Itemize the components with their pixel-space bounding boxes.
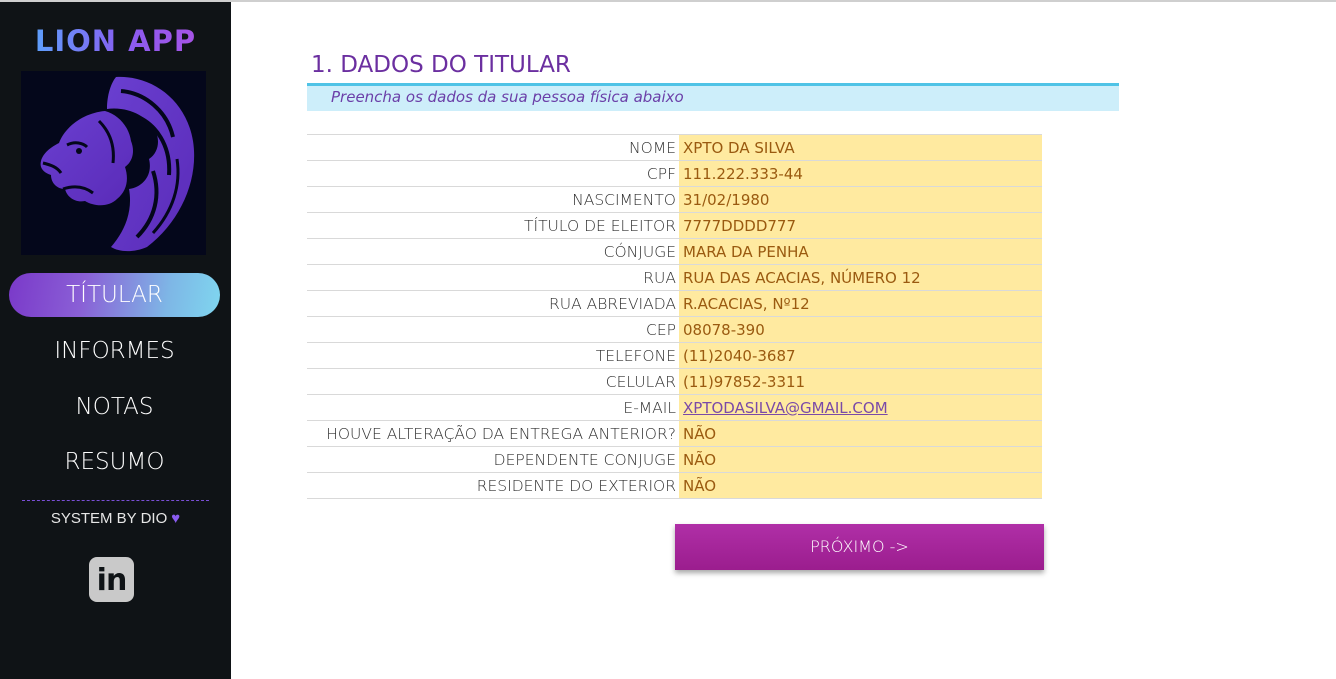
form-row-nome: NOME XPTO DA SILVA xyxy=(307,134,1042,160)
field-label: TELEFONE xyxy=(595,347,676,365)
field-label: RUA xyxy=(643,269,676,287)
email-field[interactable]: XPTODASILVA@GMAIL.COM xyxy=(679,395,1042,420)
section-title: 1. DADOS DO TITULAR xyxy=(311,52,571,78)
rua-abreviada-field[interactable]: R.ACACIAS, Nº12 xyxy=(679,291,1042,316)
nav-item-resumo[interactable]: RESUMO xyxy=(9,440,220,484)
nav-item-informes[interactable]: INFORMES xyxy=(9,329,220,373)
linkedin-icon[interactable]: in xyxy=(89,557,134,602)
form-row-residente-exterior: RESIDENTE DO EXTERIOR NÃO xyxy=(307,472,1042,499)
field-label: RUA ABREVIADA xyxy=(548,295,676,313)
form-row-email: E-MAIL XPTODASILVA@GMAIL.COM xyxy=(307,394,1042,420)
titular-form: NOME XPTO DA SILVA CPF 111.222.333-44 NA… xyxy=(307,134,1042,499)
form-row-conjuge: CÓNJUGE MARA DA PENHA xyxy=(307,238,1042,264)
rua-field[interactable]: RUA DAS ACACIAS, NÚMERO 12 xyxy=(679,265,1042,290)
form-row-rua-abreviada: RUA ABREVIADA R.ACACIAS, Nº12 xyxy=(307,290,1042,316)
cep-field[interactable]: 08078-390 xyxy=(679,317,1042,342)
subtitle-text: Preencha os dados da sua pessoa física a… xyxy=(331,88,684,106)
telefone-field[interactable]: (11)2040-3687 xyxy=(679,343,1042,368)
byline-text: SYSTEM BY DIO xyxy=(50,510,168,527)
conjuge-field[interactable]: MARA DA PENHA xyxy=(679,239,1042,264)
cpf-field[interactable]: 111.222.333-44 xyxy=(679,161,1042,186)
field-label: CÓNJUGE xyxy=(603,243,676,261)
residente-exterior-field[interactable]: NÃO xyxy=(679,473,1042,498)
field-label: CELULAR xyxy=(605,373,676,391)
app-title: LION APP xyxy=(0,24,231,58)
nome-field[interactable]: XPTO DA SILVA xyxy=(679,135,1042,160)
field-label: E-MAIL xyxy=(623,399,676,417)
field-label: NOME xyxy=(629,139,676,157)
sidebar-divider xyxy=(22,500,209,501)
heart-icon: ♥ xyxy=(171,510,181,527)
field-label: HOUVE ALTERAÇÃO DA ENTREGA ANTERIOR? xyxy=(326,425,676,443)
field-label: CEP xyxy=(646,321,676,339)
celular-field[interactable]: (11)97852-3311 xyxy=(679,369,1042,394)
form-row-alteracao-entrega: HOUVE ALTERAÇÃO DA ENTREGA ANTERIOR? NÃO xyxy=(307,420,1042,446)
form-row-rua: RUA RUA DAS ACACIAS, NÚMERO 12 xyxy=(307,264,1042,290)
form-row-nascimento: NASCIMENTO 31/02/1980 xyxy=(307,186,1042,212)
subtitle-bar: Preencha os dados da sua pessoa física a… xyxy=(307,83,1119,111)
sidebar: LION APP TÍTULAR INFORMES NOTAS RESUMO S… xyxy=(0,2,231,679)
form-row-titulo-eleitor: TÍTULO DE ELEITOR 7777DDDD777 xyxy=(307,212,1042,238)
nav-item-notas[interactable]: NOTAS xyxy=(9,385,220,429)
nav-item-titular[interactable]: TÍTULAR xyxy=(9,273,220,317)
lion-logo xyxy=(21,71,206,255)
field-label: RESIDENTE DO EXTERIOR xyxy=(476,477,676,495)
form-row-cpf: CPF 111.222.333-44 xyxy=(307,160,1042,186)
form-row-celular: CELULAR (11)97852-3311 xyxy=(307,368,1042,394)
system-byline: SYSTEM BY DIO ♥ xyxy=(0,510,231,527)
form-row-cep: CEP 08078-390 xyxy=(307,316,1042,342)
alteracao-entrega-field[interactable]: NÃO xyxy=(679,421,1042,446)
titulo-eleitor-field[interactable]: 7777DDDD777 xyxy=(679,213,1042,238)
field-label: CPF xyxy=(646,165,676,183)
nascimento-field[interactable]: 31/02/1980 xyxy=(679,187,1042,212)
dependente-conjuge-field[interactable]: NÃO xyxy=(679,447,1042,472)
form-row-telefone: TELEFONE (11)2040-3687 xyxy=(307,342,1042,368)
form-row-dependente-conjuge: DEPENDENTE CONJUGE NÃO xyxy=(307,446,1042,472)
field-label: NASCIMENTO xyxy=(572,191,676,209)
linkedin-icon-text: in xyxy=(96,563,128,598)
field-label: TÍTULO DE ELEITOR xyxy=(524,217,676,235)
next-button[interactable]: PRÓXIMO -> xyxy=(675,524,1044,570)
field-label: DEPENDENTE CONJUGE xyxy=(493,451,676,469)
